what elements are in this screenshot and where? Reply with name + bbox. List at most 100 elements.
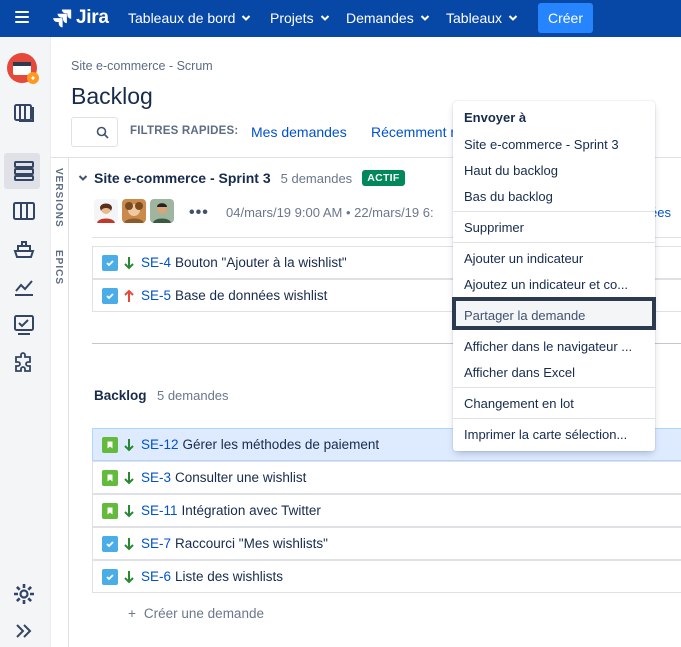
table-row[interactable]: SE-11 Intégration avec Twitter bbox=[92, 494, 681, 527]
issues-icon[interactable] bbox=[12, 313, 36, 337]
board-icon[interactable] bbox=[12, 101, 36, 125]
sprint-header: Site e-commerce - Sprint 3 5 demandes AC… bbox=[78, 170, 405, 186]
chevron-down-icon bbox=[242, 15, 251, 21]
status-badge: ACTIF bbox=[362, 170, 405, 186]
menu-item-sprint-3[interactable]: Site e-commerce - Sprint 3 bbox=[464, 137, 649, 152]
menu-item-print-card[interactable]: Imprimer la carte sélection... bbox=[464, 427, 649, 442]
task-icon bbox=[102, 535, 118, 552]
avatar[interactable] bbox=[122, 199, 146, 223]
quick-filter-recent[interactable]: Récemment m bbox=[371, 124, 462, 140]
tab-epics[interactable]: EPICS bbox=[53, 250, 64, 285]
menu-separator bbox=[453, 211, 655, 212]
chevron-down-icon bbox=[508, 15, 518, 21]
menu-separator bbox=[453, 242, 655, 243]
nav-boards-label: Tableaux bbox=[446, 10, 503, 26]
menu-item-open-in-browser[interactable]: Afficher dans le navigateur ... bbox=[464, 339, 649, 354]
create-issue-button[interactable]: + Créer une demande bbox=[128, 606, 264, 621]
issue-summary: Liste des wishlists bbox=[175, 569, 284, 584]
issue-key[interactable]: SE-3 bbox=[141, 470, 171, 485]
issue-key[interactable]: SE-4 bbox=[141, 255, 171, 270]
issue-summary: Gérer les méthodes de paiement bbox=[182, 437, 380, 452]
nav-dashboards-label: Tableaux de bord bbox=[128, 10, 236, 26]
menu-separator bbox=[453, 418, 655, 419]
issue-summary: Base de données wishlist bbox=[175, 288, 328, 303]
table-row[interactable]: SE-3 Consulter une wishlist bbox=[92, 461, 681, 494]
plus-icon: + bbox=[128, 606, 136, 621]
project-avatar-icon[interactable] bbox=[7, 53, 39, 85]
priority-low-icon bbox=[124, 438, 134, 451]
issue-summary: Bouton "Ajouter à la wishlist" bbox=[175, 255, 347, 270]
expand-icon[interactable] bbox=[12, 619, 36, 643]
issue-summary: Raccourci "Mes wishlists" bbox=[175, 536, 328, 551]
avatar[interactable] bbox=[94, 199, 118, 223]
releases-icon[interactable] bbox=[12, 237, 36, 261]
quick-filter-my-issues[interactable]: Mes demandes bbox=[251, 124, 347, 140]
menu-item-bulk-change[interactable]: Changement en lot bbox=[464, 396, 649, 411]
nav-dashboards[interactable]: Tableaux de bord bbox=[128, 10, 251, 26]
issue-key[interactable]: SE-11 bbox=[141, 503, 178, 518]
chevron-down-icon bbox=[420, 15, 429, 21]
nav-issues-label: Demandes bbox=[346, 10, 414, 26]
nav-boards[interactable]: Tableaux bbox=[446, 10, 518, 26]
task-icon bbox=[102, 254, 118, 271]
page-title: Backlog bbox=[71, 83, 153, 109]
columns-icon[interactable] bbox=[12, 199, 36, 223]
send-to-heading: Envoyer à bbox=[464, 110, 527, 125]
menu-item-bottom-of-backlog[interactable]: Bas du backlog bbox=[464, 189, 649, 204]
search-input[interactable] bbox=[71, 117, 118, 147]
priority-low-icon bbox=[124, 256, 134, 269]
story-icon bbox=[102, 436, 118, 453]
vertical-tabs: VERSIONS EPICS bbox=[51, 158, 69, 647]
priority-low-icon bbox=[124, 504, 134, 517]
menu-icon[interactable] bbox=[15, 11, 29, 23]
project-sidebar bbox=[0, 37, 51, 647]
issue-summary: Intégration avec Twitter bbox=[181, 503, 321, 518]
jira-logo-icon bbox=[53, 9, 72, 28]
menu-item-top-of-backlog[interactable]: Haut du backlog bbox=[464, 163, 649, 178]
table-row[interactable]: SE-7 Raccourci "Mes wishlists" bbox=[92, 527, 681, 560]
backlog-icon[interactable] bbox=[12, 159, 36, 183]
nav-projects-label: Projets bbox=[270, 10, 314, 26]
priority-low-icon bbox=[124, 570, 134, 583]
menu-separator bbox=[453, 387, 655, 388]
priority-low-icon bbox=[124, 471, 134, 484]
story-icon bbox=[102, 469, 118, 486]
top-navigation: Jira Tableaux de bord Projets Demandes T… bbox=[0, 0, 681, 37]
priority-low-icon bbox=[124, 537, 134, 550]
issue-key[interactable]: SE-6 bbox=[141, 569, 171, 584]
issue-context-menu: Envoyer à Site e-commerce - Sprint 3 Hau… bbox=[452, 101, 656, 451]
menu-item-open-in-excel[interactable]: Afficher dans Excel bbox=[464, 365, 649, 380]
task-icon bbox=[102, 568, 118, 585]
avatar[interactable] bbox=[150, 199, 174, 223]
breadcrumb[interactable]: Site e-commerce - Scrum bbox=[71, 59, 213, 73]
brand-name: Jira bbox=[76, 7, 109, 28]
more-actions-icon[interactable]: ••• bbox=[189, 204, 209, 222]
sprint-issue-count: 5 demandes bbox=[280, 170, 353, 186]
reports-icon[interactable] bbox=[12, 275, 36, 299]
jira-logo[interactable]: Jira bbox=[52, 7, 109, 29]
issue-key[interactable]: SE-5 bbox=[141, 288, 171, 303]
chevron-down-icon[interactable] bbox=[78, 173, 88, 183]
addons-icon[interactable] bbox=[12, 351, 36, 375]
menu-item-add-flag[interactable]: Ajouter un indicateur bbox=[464, 251, 649, 266]
sprint-dates: 04/mars/19 9:00 AM • 22/mars/19 6: bbox=[226, 205, 434, 220]
create-button[interactable]: Créer bbox=[538, 3, 593, 33]
table-row[interactable]: SE-6 Liste des wishlists bbox=[92, 560, 681, 593]
issue-key[interactable]: SE-7 bbox=[141, 536, 171, 551]
settings-icon[interactable] bbox=[12, 582, 36, 606]
nav-projects[interactable]: Projets bbox=[270, 10, 330, 26]
tab-versions[interactable]: VERSIONS bbox=[53, 168, 64, 228]
menu-item-share-issue[interactable]: Partager la demande bbox=[464, 308, 649, 323]
priority-high-icon bbox=[124, 289, 134, 302]
backlog-title: Backlog bbox=[94, 388, 147, 403]
menu-item-delete[interactable]: Supprimer bbox=[464, 220, 649, 235]
issue-key[interactable]: SE-12 bbox=[141, 437, 179, 452]
menu-item-add-flag-comment[interactable]: Ajoutez un indicateur et co... bbox=[464, 277, 649, 292]
search-icon bbox=[96, 126, 109, 139]
sprint-name: Site e-commerce - Sprint 3 bbox=[94, 170, 271, 186]
story-icon bbox=[102, 502, 118, 519]
quick-filters-label: FILTRES RAPIDES: bbox=[130, 125, 239, 137]
issue-summary: Consulter une wishlist bbox=[175, 470, 307, 485]
backlog-header: Backlog 5 demandes bbox=[94, 387, 229, 405]
nav-issues[interactable]: Demandes bbox=[346, 10, 430, 26]
